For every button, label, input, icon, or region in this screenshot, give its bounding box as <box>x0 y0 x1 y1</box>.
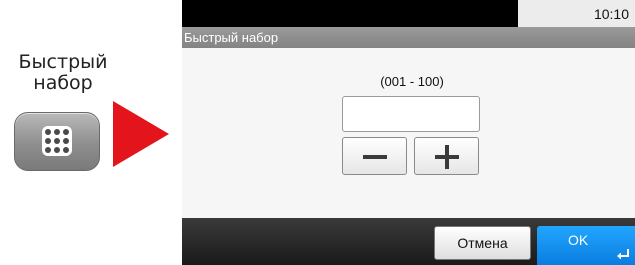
increment-button[interactable] <box>414 137 479 175</box>
speed-dial-hardware-key[interactable] <box>14 112 100 171</box>
decrement-button[interactable] <box>342 137 407 175</box>
right-arrow-icon <box>113 101 169 167</box>
key-label-line1: Быстрый <box>18 51 108 73</box>
status-bar: 10:10 <box>182 0 635 27</box>
status-message-area <box>182 0 518 27</box>
action-bar: Отмена OK <box>182 218 635 265</box>
key-label-line2: набор <box>33 72 93 94</box>
device-screen: 10:10 Быстрый набор (001 - 100) Отмена O… <box>182 0 635 265</box>
speed-dial-number-input[interactable] <box>342 96 480 132</box>
key-label: Быстрый набор <box>4 52 122 94</box>
cancel-button[interactable]: Отмена <box>434 226 531 260</box>
status-time: 10:10 <box>593 6 629 22</box>
ok-button[interactable]: OK <box>537 226 635 265</box>
page-title: Быстрый набор <box>182 27 635 48</box>
ok-button-label: OK <box>568 232 589 248</box>
enter-icon <box>617 249 629 260</box>
speed-dial-panel: (001 - 100) <box>182 48 635 218</box>
keypad-dots-icon <box>42 126 72 156</box>
minus-icon <box>363 155 387 159</box>
range-label: (001 - 100) <box>380 74 444 89</box>
